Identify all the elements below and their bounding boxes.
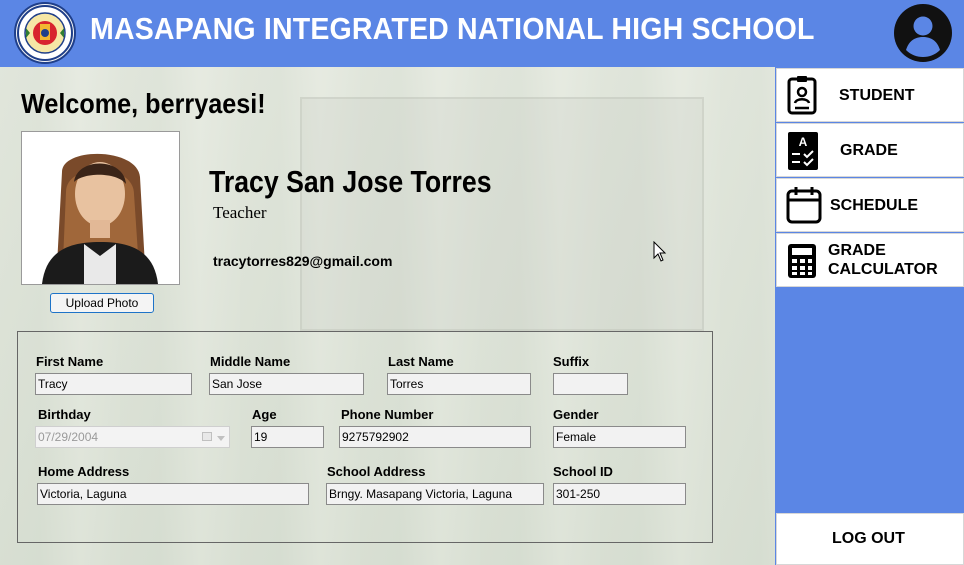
logout-label: LOG OUT <box>832 530 905 547</box>
gender-field[interactable]: Female <box>553 426 686 448</box>
home-address-label: Home Address <box>38 464 130 479</box>
middle-name-field[interactable]: San Jose <box>209 373 364 395</box>
welcome-message: Welcome, berryaesi! <box>21 88 266 119</box>
sidebar-item-label: STUDENT <box>839 87 915 104</box>
sidebar-item-label: CALCULATOR <box>828 261 938 278</box>
suffix-field[interactable] <box>553 373 628 395</box>
profile-name: Tracy San Jose Torres <box>209 164 492 199</box>
school-id-label: School ID <box>553 464 613 479</box>
age-label: Age <box>252 407 277 422</box>
school-id-field[interactable]: 301-250 <box>553 483 686 505</box>
sidebar-item-schedule[interactable]: SCHEDULE <box>776 178 964 232</box>
school-address-label: School Address <box>327 464 426 479</box>
profile-role: Teacher <box>213 203 267 222</box>
sidebar-item-grade[interactable]: A GRADE <box>776 123 964 177</box>
sidebar-item-label: SCHEDULE <box>830 197 919 214</box>
age-field[interactable]: 19 <box>251 426 324 448</box>
profile-photo <box>21 131 180 285</box>
calendar-icon <box>786 186 822 229</box>
first-name-field[interactable]: Tracy <box>35 373 192 395</box>
home-address-field[interactable]: Victoria, Laguna <box>37 483 309 505</box>
chevron-down-icon <box>217 436 225 441</box>
school-seal-icon <box>14 2 76 64</box>
calculator-icon <box>786 243 818 284</box>
school-title: MASAPANG INTEGRATED NATIONAL HIGH SCHOOL <box>90 11 815 46</box>
phone-number-label: Phone Number <box>341 407 434 422</box>
first-name-label: First Name <box>36 354 104 369</box>
last-name-field[interactable]: Torres <box>387 373 531 395</box>
user-circle-icon[interactable] <box>893 3 953 63</box>
background-school-photo <box>300 97 704 331</box>
id-badge-icon <box>786 75 818 120</box>
mouse-pointer-icon <box>653 240 667 268</box>
profile-email: tracytorres829@gmail.com <box>213 253 393 269</box>
logout-button[interactable]: LOG OUT <box>776 513 964 565</box>
middle-name-label: Middle Name <box>210 354 291 369</box>
birthday-value: 07/29/2004 <box>38 430 99 444</box>
phone-number-field[interactable]: 9275792902 <box>339 426 531 448</box>
svg-text:A: A <box>799 135 808 149</box>
app-header: MASAPANG INTEGRATED NATIONAL HIGH SCHOOL <box>0 0 964 67</box>
report-card-icon: A <box>786 131 820 176</box>
gender-label: Gender <box>553 407 599 422</box>
birthday-label: Birthday <box>38 407 91 422</box>
sidebar-item-grade-calculator[interactable]: GRADE CALCULATOR <box>776 233 964 287</box>
calendar-small-icon <box>202 432 212 441</box>
sidebar-item-label: GRADE <box>840 142 898 159</box>
last-name-label: Last Name <box>388 354 454 369</box>
upload-photo-button[interactable]: Upload Photo <box>50 293 154 313</box>
school-address-field[interactable]: Brngy. Masapang Victoria, Laguna <box>326 483 544 505</box>
sidebar-item-student[interactable]: STUDENT <box>776 68 964 122</box>
sidebar-item-label: GRADE <box>828 242 886 259</box>
birthday-date-picker[interactable]: 07/29/2004 <box>35 426 230 448</box>
suffix-label: Suffix <box>553 354 590 369</box>
